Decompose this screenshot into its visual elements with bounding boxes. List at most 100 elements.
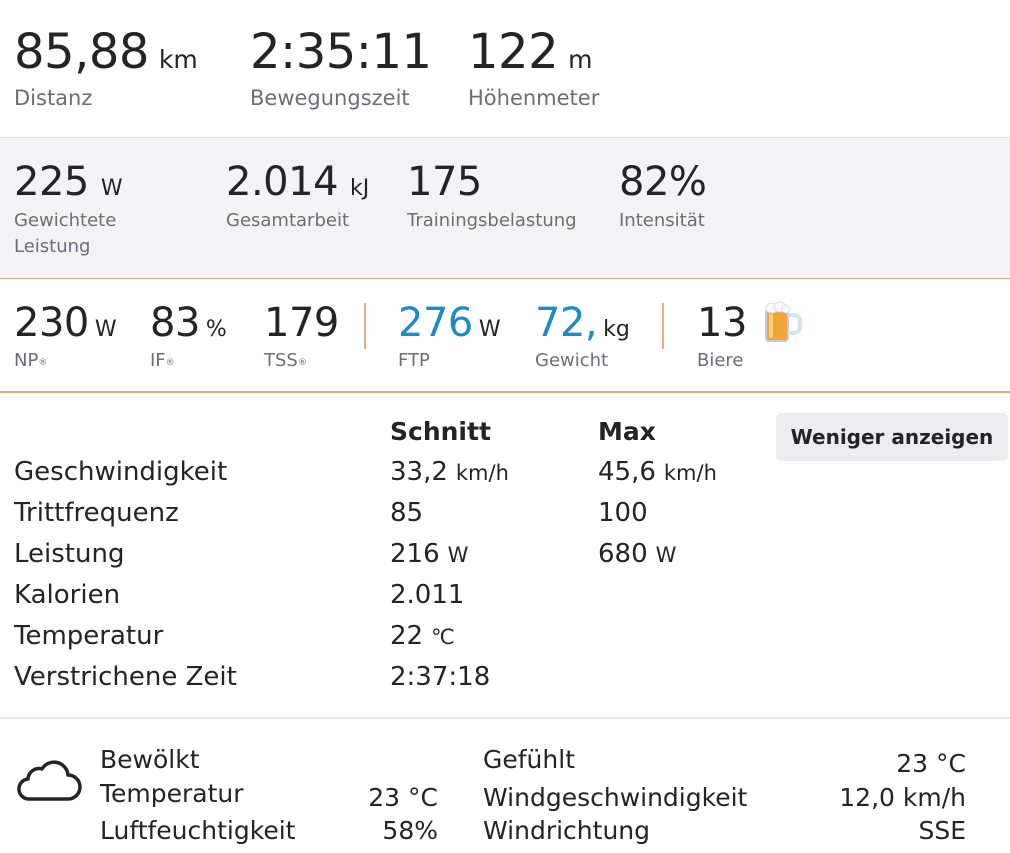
stat-row-label: Kalorien xyxy=(14,580,121,610)
training-load-label: Trainingsbelastung xyxy=(407,210,577,231)
weight-value: 72, xyxy=(535,300,598,346)
primary-stats: 85,88 km Distanz 2:35:11 Bewegungszeit 12… xyxy=(0,0,1010,136)
stat-row-average-cell: 22 ℃ xyxy=(390,621,455,652)
training-load-stat: 175 xyxy=(407,162,482,202)
header-max: Max xyxy=(598,417,656,446)
weather-wind-speed-value: 12,0 km/h xyxy=(839,783,966,812)
stat-row-max-cell: 45,6 km/h xyxy=(598,457,717,488)
if-label: IF® xyxy=(150,348,175,374)
tss-label-text: TSS xyxy=(264,350,298,371)
stat-row-label: Leistung xyxy=(14,539,125,569)
weighted-power-value: 225 xyxy=(14,159,89,205)
distance-value: 85,88 xyxy=(14,24,149,80)
stat-row-average: 22 xyxy=(390,621,424,651)
stat-row-label: Trittfrequenz xyxy=(14,498,179,528)
stat-row-max-cell: 100 xyxy=(598,498,656,529)
if-label-text: IF xyxy=(150,350,166,371)
stat-row-max: 680 xyxy=(598,539,648,569)
stat-row-max: 100 xyxy=(598,498,648,528)
header-average: Schnitt xyxy=(390,417,491,446)
weighted-power-label: Gewichtete Leistung xyxy=(14,208,116,260)
np-value: 230 xyxy=(14,300,89,346)
stat-row-average: 33,2 xyxy=(390,457,448,487)
tertiary-stats: 230 W NP® 83% IF® 179 TSS® 276 W FTP 72, kg… xyxy=(0,279,1010,393)
total-work-value: 2.014 xyxy=(226,159,339,205)
if-unit: % xyxy=(205,317,227,342)
elevation-unit: m xyxy=(568,45,593,74)
stat-row-average: 85 xyxy=(390,498,424,528)
ftp-stat: 276 W xyxy=(398,303,501,343)
stat-row-average-cell: 33,2 km/h xyxy=(390,457,509,488)
weather-section: Bewölkt Temperatur Luftfeuchtigkeit 23 °… xyxy=(0,719,1010,853)
stat-row-label-cell: Trittfrequenz xyxy=(14,498,179,528)
weather-humidity-value: 58% xyxy=(382,816,438,845)
ftp-unit: W xyxy=(478,317,501,342)
np-registered-mark: ® xyxy=(38,358,48,368)
weighted-power-stat: 225 W xyxy=(14,162,123,202)
weather-humidity-label: Luftfeuchtigkeit xyxy=(100,816,296,845)
secondary-stats: 225 W Gewichtete Leistung 2.014 kJ Gesamta… xyxy=(0,137,1010,280)
stat-row-label: Temperatur xyxy=(14,621,164,651)
stat-row-label-cell: Temperatur xyxy=(14,621,163,651)
weather-temperature-value: 23 °C xyxy=(368,783,438,812)
tss-label: TSS® xyxy=(264,348,307,374)
stat-row-average-cell: 2:37:18 xyxy=(390,662,498,693)
intensity-stat: 82% xyxy=(619,159,707,205)
stat-row-average: 2:37:18 xyxy=(390,662,491,692)
stat-row-max-unit: km/h xyxy=(663,461,717,485)
divider xyxy=(364,303,366,349)
stat-row-label-cell: Verstrichene Zeit xyxy=(14,662,237,692)
weather-temperature-label: Temperatur xyxy=(100,779,244,808)
stats-table: Schnitt Max Weniger anzeigen Geschwindig… xyxy=(0,393,1010,719)
ftp-value: 276 xyxy=(398,300,473,346)
tss-stat: 179 xyxy=(264,303,339,343)
elevation-label: Höhenmeter xyxy=(468,86,600,110)
stat-row-max-cell: 680 W xyxy=(598,539,676,570)
if-registered-mark: ® xyxy=(165,358,175,368)
weather-wind-direction-label: Windrichtung xyxy=(483,816,651,845)
cloud-icon xyxy=(14,755,82,807)
stat-row-max-cell xyxy=(598,621,606,652)
np-label: NP® xyxy=(14,348,47,374)
stat-row-average: 216 xyxy=(390,539,440,569)
stat-row-label-cell: Kalorien xyxy=(14,580,120,610)
elevation-value: 122 xyxy=(468,24,559,80)
training-load-value: 175 xyxy=(407,159,482,205)
stat-row-label: Verstrichene Zeit xyxy=(14,662,237,692)
stat-row-average-unit: ℃ xyxy=(431,625,455,649)
stat-row-average-unit: W xyxy=(447,543,469,567)
weather-wind-speed-label: Windgeschwindigkeit xyxy=(483,783,748,812)
beers-label: Biere xyxy=(697,350,744,371)
weather-feels-value: 23 °C xyxy=(896,749,966,778)
stat-row-max-cell xyxy=(598,662,606,693)
stat-row-max: 45,6 xyxy=(598,457,656,487)
intensity-value: 82% xyxy=(619,159,707,205)
stat-row-average-cell: 2.011 xyxy=(390,580,472,611)
show-less-button[interactable]: Weniger anzeigen xyxy=(776,413,1008,461)
distance-label: Distanz xyxy=(14,86,93,110)
distance-stat: 85,88 km xyxy=(14,28,198,76)
divider xyxy=(662,303,664,349)
np-unit: W xyxy=(94,317,117,342)
stat-row-average-cell: 216 W xyxy=(390,539,468,570)
moving-time-label: Bewegungszeit xyxy=(250,86,410,110)
stat-row-label-cell: Geschwindigkeit xyxy=(14,457,227,487)
total-work-unit: kJ xyxy=(350,176,370,201)
weather-condition: Bewölkt xyxy=(100,745,200,774)
beers-value: 13 xyxy=(697,300,747,346)
weather-wind-direction-value: SSE xyxy=(918,816,966,845)
weighted-power-label-line2: Leistung xyxy=(14,236,91,257)
beer-mug-icon xyxy=(760,299,806,349)
tss-value: 179 xyxy=(264,300,339,346)
stat-row-average-cell: 85 xyxy=(390,498,431,529)
weighted-power-label-line1: Gewichtete xyxy=(14,210,117,231)
stat-row-max-cell xyxy=(598,580,606,611)
moving-time-stat: 2:35:11 xyxy=(250,28,432,76)
if-stat: 83% xyxy=(150,303,227,343)
weather-feels-label: Gefühlt xyxy=(483,745,575,774)
distance-unit: km xyxy=(158,45,198,74)
np-label-text: NP xyxy=(14,350,39,371)
elevation-stat: 122 m xyxy=(468,28,592,76)
weighted-power-unit: W xyxy=(100,176,123,201)
total-work-stat: 2.014 kJ xyxy=(226,162,369,202)
